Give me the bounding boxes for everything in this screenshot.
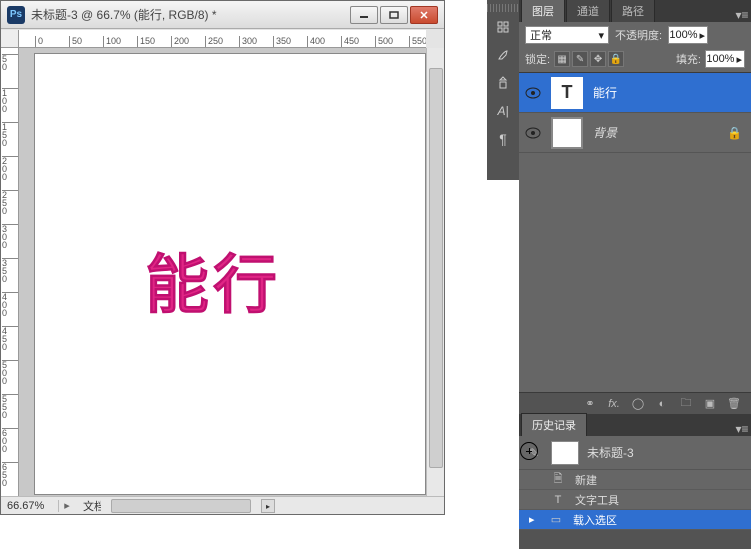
document-window: Ps 未标题-3 @ 66.7% (能行, RGB/8) * 050100150… xyxy=(0,0,445,515)
snapshot-name: 未标题-3 xyxy=(587,444,634,461)
history-item[interactable]: 🗎 新建 xyxy=(519,470,751,490)
history-snapshot-row[interactable]: ✎ 未标题-3 xyxy=(519,436,751,470)
fill-input[interactable]: 100%▸ xyxy=(705,50,745,68)
ruler-vertical[interactable]: 50100150200250300350400450500550600650 xyxy=(1,48,19,496)
layer-name[interactable]: 背景 xyxy=(587,124,727,141)
visibility-toggle[interactable] xyxy=(519,127,547,139)
adjustments-icon[interactable] xyxy=(490,14,516,40)
paragraph-panel-icon[interactable]: ¶ xyxy=(490,126,516,152)
history-pointer-icon: ▸ xyxy=(529,513,539,526)
selection-icon: ▭ xyxy=(547,512,565,528)
scrollbar-v-thumb[interactable] xyxy=(429,68,443,468)
snapshot-thumbnail[interactable] xyxy=(551,441,579,465)
history-item[interactable]: T 文字工具 xyxy=(519,490,751,510)
tab-channels[interactable]: 通道 xyxy=(566,0,610,22)
history-label: 新建 xyxy=(575,472,597,488)
chevron-icon: ▸ xyxy=(736,53,742,66)
adjustment-layer-icon[interactable]: ◐ xyxy=(653,398,671,410)
toolbar-handle[interactable] xyxy=(487,4,519,12)
chevron-down-icon: ▾ xyxy=(598,29,604,42)
tab-history[interactable]: 历史记录 xyxy=(521,413,587,436)
canvas[interactable]: 能行 xyxy=(35,54,425,494)
fill-label: 填充: xyxy=(676,51,701,67)
layers-header-row1: 正常 ▾ 不透明度: 100%▸ xyxy=(519,22,751,48)
text-tool-icon: T xyxy=(549,492,567,508)
layer-row[interactable]: 背景 🔒 xyxy=(519,113,751,153)
ruler-horizontal[interactable]: 050100150200250300350400450500550 xyxy=(19,30,426,48)
delete-layer-icon[interactable]: 🗑 xyxy=(725,397,743,410)
tab-paths[interactable]: 路径 xyxy=(611,0,655,22)
tab-layers[interactable]: 图层 xyxy=(521,0,565,22)
layers-panel-footer: ⚭ fx. ◯ ◐ 🗀 ▣ 🗑 xyxy=(519,392,751,414)
layer-thumbnail[interactable] xyxy=(551,117,583,149)
visibility-toggle[interactable] xyxy=(519,87,547,99)
clone-tool-icon[interactable] xyxy=(490,70,516,96)
right-panels: 图层 通道 路径 ▾≡ 正常 ▾ 不透明度: 100%▸ 锁定: ▦ ✎ ✥ 🔒 … xyxy=(519,0,751,549)
history-list: 🗎 新建 T 文字工具 ▸ ▭ 载入选区 xyxy=(519,470,751,530)
history-label: 载入选区 xyxy=(573,512,617,528)
history-panel-tabs: 历史记录 ▾≡ xyxy=(519,414,751,436)
layer-row[interactable]: T 能行 xyxy=(519,73,751,113)
lock-icon: 🔒 xyxy=(727,126,751,140)
ps-icon: Ps xyxy=(7,6,25,24)
character-panel-icon[interactable]: A| xyxy=(490,98,516,124)
blend-mode-value: 正常 xyxy=(530,27,552,43)
scrollbar-h-thumb[interactable] xyxy=(111,499,251,513)
new-layer-icon[interactable]: ▣ xyxy=(701,397,719,410)
link-layers-icon[interactable]: ⚭ xyxy=(581,397,599,410)
panel-menu-icon[interactable]: ▾≡ xyxy=(733,8,751,22)
chevron-icon: ▸ xyxy=(700,29,706,42)
history-label: 文字工具 xyxy=(575,492,619,508)
ruler-corner[interactable] xyxy=(1,30,19,48)
close-button[interactable] xyxy=(410,6,438,24)
brush-tool-icon[interactable] xyxy=(490,42,516,68)
scrollbar-vertical[interactable] xyxy=(426,48,444,496)
layer-group-icon[interactable]: 🗀 xyxy=(677,394,695,413)
lock-label: 锁定: xyxy=(525,51,550,67)
layers-header-row2: 锁定: ▦ ✎ ✥ 🔒 填充: 100%▸ xyxy=(519,48,751,73)
panel-menu-icon[interactable]: ▾≡ xyxy=(733,422,751,436)
layer-fx-icon[interactable]: fx. xyxy=(605,398,623,410)
lock-all-icon[interactable]: 🔒 xyxy=(608,51,624,67)
expand-icon[interactable]: ▸ xyxy=(59,499,75,512)
scrollbar-horizontal[interactable]: ▸ xyxy=(101,496,426,514)
maximize-button[interactable] xyxy=(380,6,408,24)
layer-name[interactable]: 能行 xyxy=(587,84,751,101)
scroll-right-icon[interactable]: ▸ xyxy=(261,499,275,513)
layer-thumbnail[interactable]: T xyxy=(551,77,583,109)
document-title: 未标题-3 @ 66.7% (能行, RGB/8) * xyxy=(31,6,350,23)
collapsed-toolbar: A| ¶ xyxy=(487,0,519,180)
canvas-area[interactable]: 能行 xyxy=(19,48,426,496)
text-layer-content[interactable]: 能行 xyxy=(145,234,281,326)
lock-paint-icon[interactable]: ✎ xyxy=(572,51,588,67)
lock-position-icon[interactable]: ✥ xyxy=(590,51,606,67)
layer-list: T 能行 背景 🔒 xyxy=(519,73,751,393)
history-panel: 历史记录 ▾≡ ✎ 未标题-3 🗎 新建 T 文字工具 ▸ ▭ 载入选区 xyxy=(519,414,751,549)
zoom-level[interactable]: 66.67% xyxy=(1,500,59,512)
opacity-input[interactable]: 100%▸ xyxy=(668,26,708,44)
layers-panel-tabs: 图层 通道 路径 ▾≡ xyxy=(519,0,751,22)
new-doc-icon: 🗎 xyxy=(549,472,567,488)
layer-mask-icon[interactable]: ◯ xyxy=(629,397,647,410)
statusbar: 66.67% ▸ 文档:1.43M/425.3K ▸ xyxy=(1,496,444,514)
lock-transparency-icon[interactable]: ▦ xyxy=(554,51,570,67)
document-titlebar[interactable]: Ps 未标题-3 @ 66.7% (能行, RGB/8) * xyxy=(1,1,444,29)
history-item[interactable]: ▸ ▭ 载入选区 xyxy=(519,510,751,530)
blend-mode-dropdown[interactable]: 正常 ▾ xyxy=(525,26,609,44)
opacity-label: 不透明度: xyxy=(615,27,662,43)
minimize-button[interactable] xyxy=(350,6,378,24)
brush-snapshot-icon[interactable]: ✎ xyxy=(525,446,543,460)
